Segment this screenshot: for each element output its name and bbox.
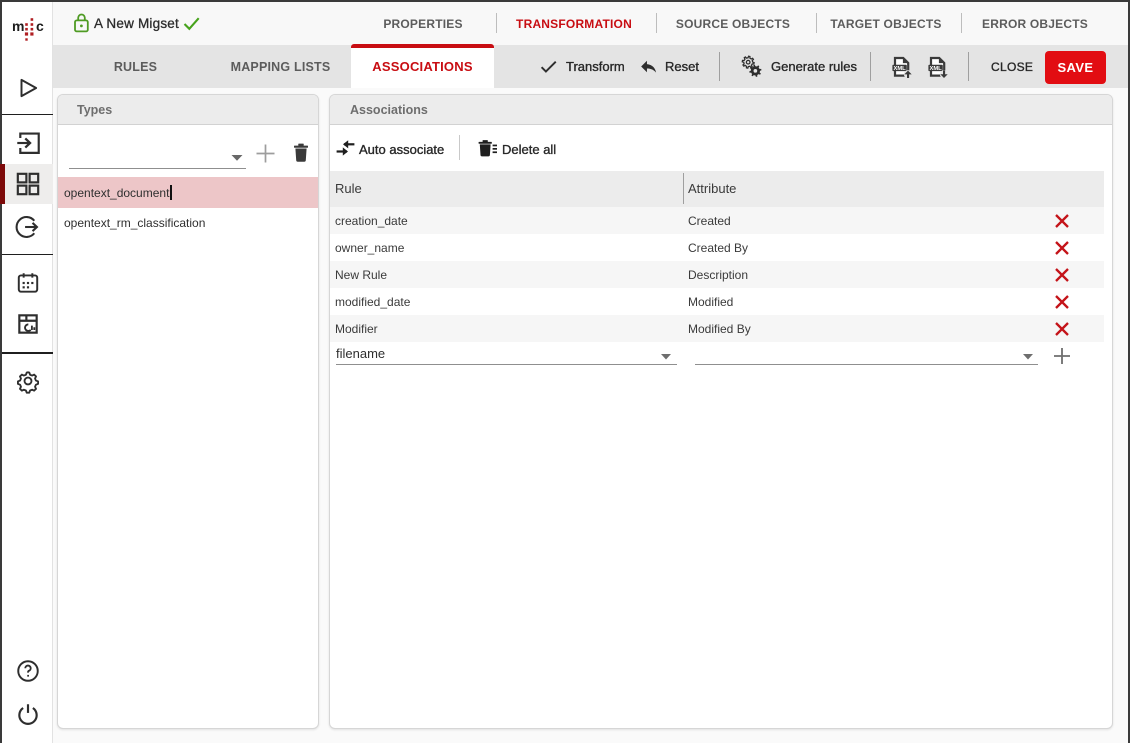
svg-text:XML: XML [929,65,942,71]
svg-text:XML: XML [893,65,906,71]
